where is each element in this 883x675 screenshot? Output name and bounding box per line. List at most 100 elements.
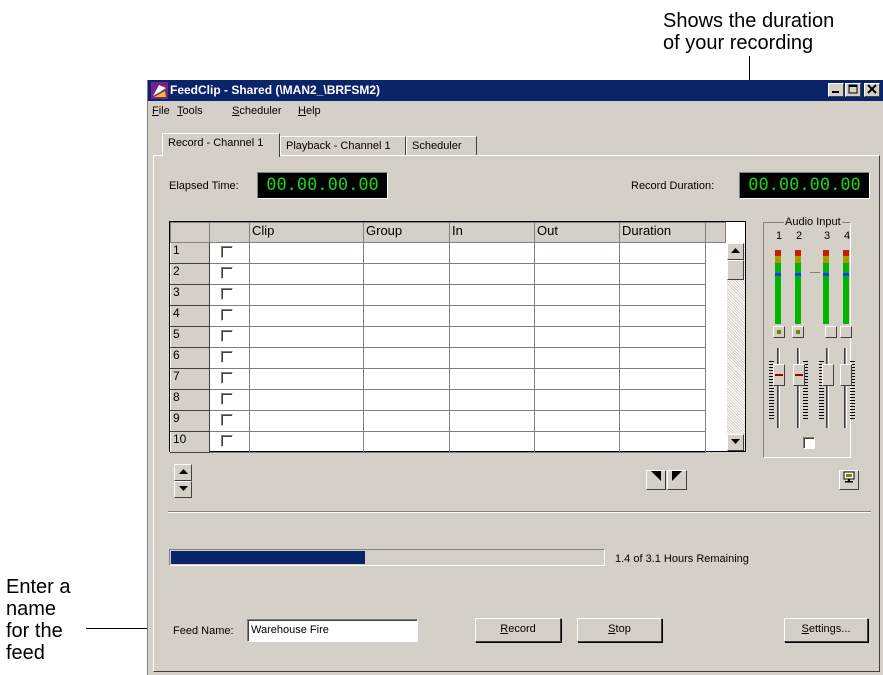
duration-cell[interactable] [619,326,706,348]
clip-cell[interactable] [249,284,364,306]
group-cell[interactable] [363,368,450,390]
out-cell[interactable] [534,368,620,390]
group-cell[interactable] [363,431,450,453]
group-cell[interactable] [363,347,450,369]
in-cell[interactable] [449,347,535,369]
group-cell[interactable] [363,410,450,432]
scroll-thumb[interactable] [727,260,744,280]
record-button[interactable]: Record [475,618,561,642]
row-number[interactable]: 1 [170,242,210,264]
row-checkbox[interactable] [221,267,233,279]
in-cell[interactable] [449,284,535,306]
duration-cell[interactable] [619,242,706,264]
row-number[interactable]: 9 [170,410,210,432]
in-cell[interactable] [449,305,535,327]
in-cell[interactable] [449,368,535,390]
feed-name-input[interactable]: Warehouse Fire [247,619,418,642]
row-checkbox[interactable] [221,330,233,342]
clip-cell[interactable] [249,242,364,264]
monitor-button[interactable] [839,470,859,490]
row-checkbox[interactable] [221,393,233,405]
row-number[interactable]: 6 [170,347,210,369]
channel-2-button[interactable] [792,326,804,338]
row-number[interactable]: 7 [170,368,210,390]
row-checkbox[interactable] [221,288,233,300]
close-button[interactable] [864,83,880,97]
out-cell[interactable] [534,410,620,432]
maximize-button[interactable] [845,83,861,97]
channel-1-button[interactable] [773,326,785,338]
duration-cell[interactable] [619,389,706,411]
out-cell[interactable] [534,326,620,348]
group-cell[interactable] [363,389,450,411]
row-number[interactable]: 4 [170,305,210,327]
out-cell[interactable] [534,431,620,453]
duration-cell[interactable] [619,284,706,306]
row-number[interactable]: 8 [170,389,210,411]
duration-cell[interactable] [619,305,706,327]
out-cell[interactable] [534,263,620,285]
move-clip-down-button[interactable] [646,470,666,490]
table-row[interactable]: 7 [170,368,726,390]
scroll-up-button[interactable] [727,243,744,260]
clip-cell[interactable] [249,305,364,327]
clip-cell[interactable] [249,263,364,285]
table-row[interactable]: 3 [170,284,726,306]
menu-help[interactable]: Help [298,105,321,117]
out-cell[interactable] [534,389,620,411]
row-number[interactable]: 3 [170,284,210,306]
group-cell[interactable] [363,242,450,264]
grid-vertical-scrollbar[interactable] [727,243,745,451]
menu-scheduler[interactable]: Scheduler [232,105,282,117]
duration-cell[interactable] [619,263,706,285]
table-row[interactable]: 1 [170,242,726,264]
minimize-button[interactable] [828,83,844,97]
duration-cell[interactable] [619,431,706,453]
group-cell[interactable] [363,263,450,285]
out-cell[interactable] [534,305,620,327]
column-header-in[interactable]: In [449,222,535,243]
duration-cell[interactable] [619,410,706,432]
row-number[interactable]: 2 [170,263,210,285]
channel-4-button[interactable] [840,326,852,338]
tab-playback-channel-1[interactable]: Playback - Channel 1 [280,136,406,156]
in-cell[interactable] [449,431,535,453]
clip-grid[interactable]: Clip Group In Out Duration 1 2 3 4 5 6 7… [169,221,746,453]
table-row[interactable]: 10 [170,431,726,453]
table-row[interactable]: 6 [170,347,726,369]
channel-3-button[interactable] [825,326,837,338]
group-cell[interactable] [363,284,450,306]
row-checkbox[interactable] [221,372,233,384]
table-row[interactable]: 8 [170,389,726,411]
row-down-button[interactable] [174,481,192,498]
group-cell[interactable] [363,305,450,327]
fader-2[interactable] [793,364,805,386]
out-cell[interactable] [534,347,620,369]
out-cell[interactable] [534,242,620,264]
table-row[interactable]: 4 [170,305,726,327]
column-header-clip[interactable]: Clip [249,222,364,243]
row-number[interactable]: 5 [170,326,210,348]
in-cell[interactable] [449,410,535,432]
row-up-button[interactable] [174,464,192,481]
row-number[interactable]: 10 [170,431,210,453]
row-checkbox[interactable] [221,309,233,321]
clip-cell[interactable] [249,389,364,411]
row-checkbox[interactable] [221,351,233,363]
tab-scheduler[interactable]: Scheduler [406,136,477,156]
fader-3[interactable] [822,364,834,386]
duration-cell[interactable] [619,347,706,369]
clip-cell[interactable] [249,410,364,432]
column-header-duration[interactable]: Duration [619,222,706,243]
scroll-down-button[interactable] [727,434,744,451]
settings-button[interactable]: Settings... [784,618,868,642]
in-cell[interactable] [449,263,535,285]
menu-file[interactable]: File [152,105,170,117]
column-header-group[interactable]: Group [363,222,450,243]
title-bar[interactable]: FeedClip - Shared (\MAN2_\BRFSM2) [148,80,883,101]
row-checkbox[interactable] [221,246,233,258]
fader-1[interactable] [773,364,785,386]
table-row[interactable]: 5 [170,326,726,348]
audio-link-checkbox[interactable] [803,437,815,449]
row-checkbox[interactable] [221,414,233,426]
